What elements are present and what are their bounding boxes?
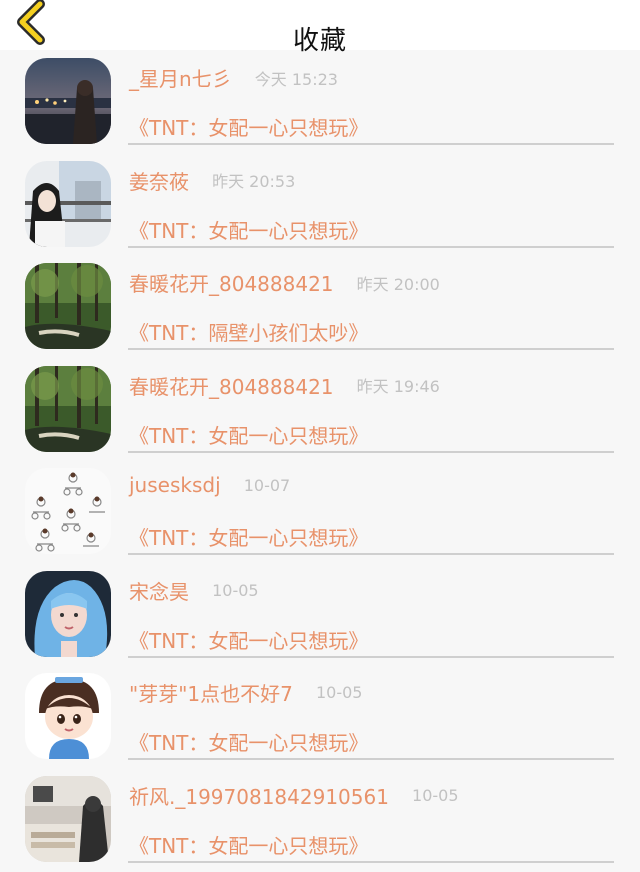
divider: [128, 450, 614, 453]
list-item[interactable]: jusesksdj 10-07 《TNT：女配一心只想玩》: [0, 460, 640, 563]
list-item[interactable]: _星月n七彡 今天 15:23 《TNT：女配一心只想玩》: [0, 50, 640, 153]
username[interactable]: 祈风._1997081842910561: [129, 785, 389, 809]
username[interactable]: jusesksdj: [129, 473, 221, 497]
username[interactable]: 春暖花开_804888421: [129, 272, 334, 296]
avatar[interactable]: [25, 263, 111, 349]
avatar[interactable]: [25, 570, 111, 657]
timestamp: 10-05: [412, 785, 459, 805]
list-item[interactable]: 春暖花开_804888421 昨天 20:00 《TNT：隔壁小孩们太吵》: [0, 255, 640, 358]
avatar[interactable]: [25, 160, 111, 247]
username[interactable]: 春暖花开_804888421: [129, 375, 334, 399]
avatar[interactable]: [25, 775, 111, 862]
work-title[interactable]: 《TNT：女配一心只想玩》: [129, 830, 368, 859]
favorites-list: _星月n七彡 今天 15:23 《TNT：女配一心只想玩》 姜奈莜 昨天 20:…: [0, 50, 640, 870]
divider: [128, 553, 614, 555]
top-bar: 收藏: [0, 0, 640, 56]
timestamp: 10-05: [212, 580, 259, 600]
list-item[interactable]: 祈风._1997081842910561 10-05 《TNT：女配一心只想玩》: [0, 768, 640, 871]
list-item[interactable]: 春暖花开_804888421 昨天 19:46 《TNT：女配一心只想玩》: [0, 358, 640, 461]
work-title[interactable]: 《TNT：女配一心只想玩》: [129, 522, 368, 551]
work-title[interactable]: 《TNT：女配一心只想玩》: [129, 420, 368, 449]
work-title[interactable]: 《TNT：女配一心只想玩》: [129, 625, 368, 654]
work-title[interactable]: 《TNT：女配一心只想玩》: [129, 727, 368, 756]
divider: [128, 655, 614, 658]
list-item[interactable]: 姜奈莜 昨天 20:53 《TNT：女配一心只想玩》: [0, 153, 640, 256]
divider: [128, 758, 614, 760]
work-title[interactable]: 《TNT：女配一心只想玩》: [129, 215, 368, 244]
timestamp: 10-05: [315, 683, 363, 702]
work-title[interactable]: 《TNT：女配一心只想玩》: [129, 112, 368, 141]
divider: [128, 245, 614, 248]
list-item[interactable]: 宋念昊 10-05 《TNT：女配一心只想玩》: [0, 563, 640, 666]
timestamp: 昨天 20:53: [212, 172, 296, 191]
avatar[interactable]: [25, 58, 111, 144]
divider: [128, 860, 614, 863]
timestamp: 10-07: [243, 475, 291, 495]
avatar[interactable]: [25, 468, 111, 554]
divider: [128, 348, 614, 350]
username[interactable]: "芽芽"1点也不好7: [129, 682, 293, 706]
avatar[interactable]: [25, 365, 111, 452]
avatar[interactable]: [25, 673, 111, 759]
username[interactable]: _星月n七彡: [129, 67, 232, 91]
username[interactable]: 宋念昊: [129, 580, 189, 604]
timestamp: 昨天 19:46: [356, 377, 440, 396]
username[interactable]: 姜奈莜: [129, 170, 189, 194]
list-item[interactable]: "芽芽"1点也不好7 10-05 《TNT：女配一心只想玩》: [0, 665, 640, 768]
divider: [128, 143, 614, 145]
timestamp: 今天 15:23: [254, 69, 338, 89]
timestamp: 昨天 20:00: [356, 274, 440, 294]
work-title[interactable]: 《TNT：隔壁小孩们太吵》: [129, 317, 368, 346]
